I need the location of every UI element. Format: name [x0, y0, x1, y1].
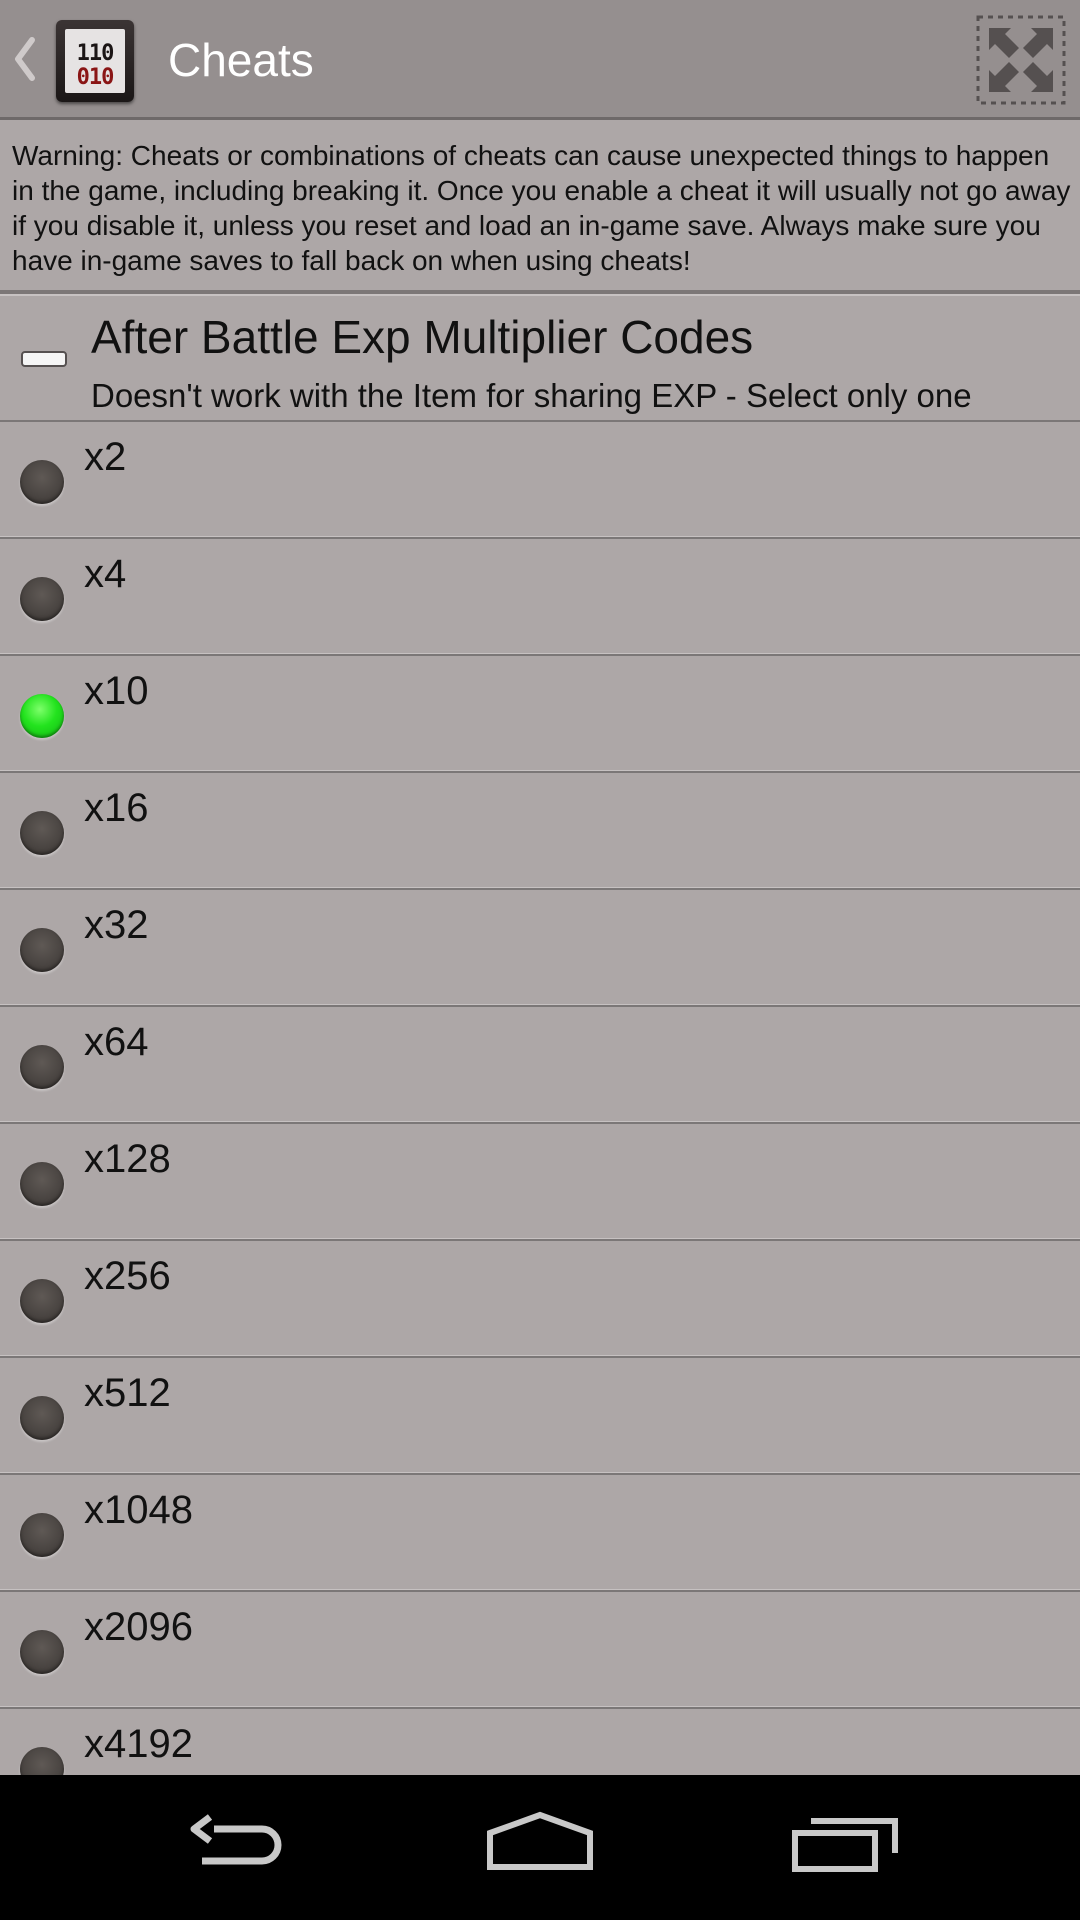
radio-unselected-icon[interactable] — [20, 577, 64, 621]
cheat-option-row[interactable]: x1048 — [0, 1473, 1080, 1590]
cheat-option-row[interactable]: x256 — [0, 1239, 1080, 1356]
radio-unselected-icon[interactable] — [20, 460, 64, 504]
radio-unselected-icon[interactable] — [20, 1279, 64, 1323]
chevron-left-icon[interactable] — [10, 34, 40, 84]
cheat-option-row[interactable]: x4192 — [0, 1707, 1080, 1775]
navigation-bar — [0, 1775, 1080, 1920]
action-bar: 110 010 Cheats — [0, 0, 1080, 120]
radio-unselected-icon[interactable] — [20, 1045, 64, 1089]
home-icon[interactable] — [480, 1805, 600, 1890]
recent-apps-icon[interactable] — [785, 1805, 905, 1890]
cheat-option-label: x1048 — [84, 1488, 193, 1532]
cheat-option-label: x10 — [84, 669, 149, 713]
radio-unselected-icon[interactable] — [20, 1513, 64, 1557]
radio-unselected-icon[interactable] — [20, 928, 64, 972]
cheat-option-row[interactable]: x512 — [0, 1356, 1080, 1473]
radio-unselected-icon[interactable] — [20, 1396, 64, 1440]
radio-unselected-icon[interactable] — [20, 1162, 64, 1206]
cheat-option-row[interactable]: x4 — [0, 537, 1080, 654]
radio-unselected-icon[interactable] — [20, 811, 64, 855]
cheat-option-label: x256 — [84, 1254, 171, 1298]
app-icon-face: 110 010 — [65, 29, 125, 93]
cheat-option-label: x512 — [84, 1371, 171, 1415]
cheat-option-label: x2096 — [84, 1605, 193, 1649]
divider — [0, 290, 1080, 296]
cheat-option-label: x32 — [84, 903, 149, 947]
cheat-option-row[interactable]: x10 — [0, 654, 1080, 771]
cheats-screen: 110 010 Cheats Warning: Cheats or combin… — [0, 0, 1080, 1920]
cheat-group-subtitle: Doesn't work with the Item for sharing E… — [91, 377, 972, 414]
app-icon[interactable]: 110 010 — [56, 20, 134, 102]
cheat-option-label: x2 — [84, 435, 127, 479]
radio-unselected-icon[interactable] — [20, 1747, 64, 1775]
cheat-option-row[interactable]: x32 — [0, 888, 1080, 1005]
radio-selected-icon[interactable] — [20, 694, 64, 738]
exit-fullscreen-icon[interactable] — [975, 14, 1067, 106]
cheat-group-header[interactable]: After Battle Exp Multiplier Codes Doesn'… — [0, 298, 1080, 422]
page-title: Cheats — [168, 34, 314, 86]
cheat-option-label: x16 — [84, 786, 149, 830]
warning-text: Warning: Cheats or combinations of cheat… — [12, 140, 1071, 276]
cheat-option-label: x4192 — [84, 1722, 193, 1766]
cheat-options-list: x2 x4 x10 x16 x32 x64 x128 x256 x512 x1048 x2096 x4… — [0, 420, 1080, 1775]
cheat-group-title: After Battle Exp Multiplier Codes — [91, 311, 754, 363]
back-arrow-icon[interactable] — [180, 1805, 300, 1890]
collapse-icon[interactable] — [20, 348, 68, 370]
cheat-option-row[interactable]: x128 — [0, 1122, 1080, 1239]
cheat-option-row[interactable]: x64 — [0, 1005, 1080, 1122]
radio-unselected-icon[interactable] — [20, 1630, 64, 1674]
cheat-option-row[interactable]: x16 — [0, 771, 1080, 888]
cheat-option-label: x128 — [84, 1137, 171, 1181]
cheat-option-label: x4 — [84, 552, 127, 596]
cheat-option-row[interactable]: x2096 — [0, 1590, 1080, 1707]
cheat-option-row[interactable]: x2 — [0, 420, 1080, 537]
app-icon-code-line-1: 110 — [76, 41, 115, 66]
cheat-option-label: x64 — [84, 1020, 149, 1064]
app-icon-code-line-2: 010 — [76, 65, 115, 90]
